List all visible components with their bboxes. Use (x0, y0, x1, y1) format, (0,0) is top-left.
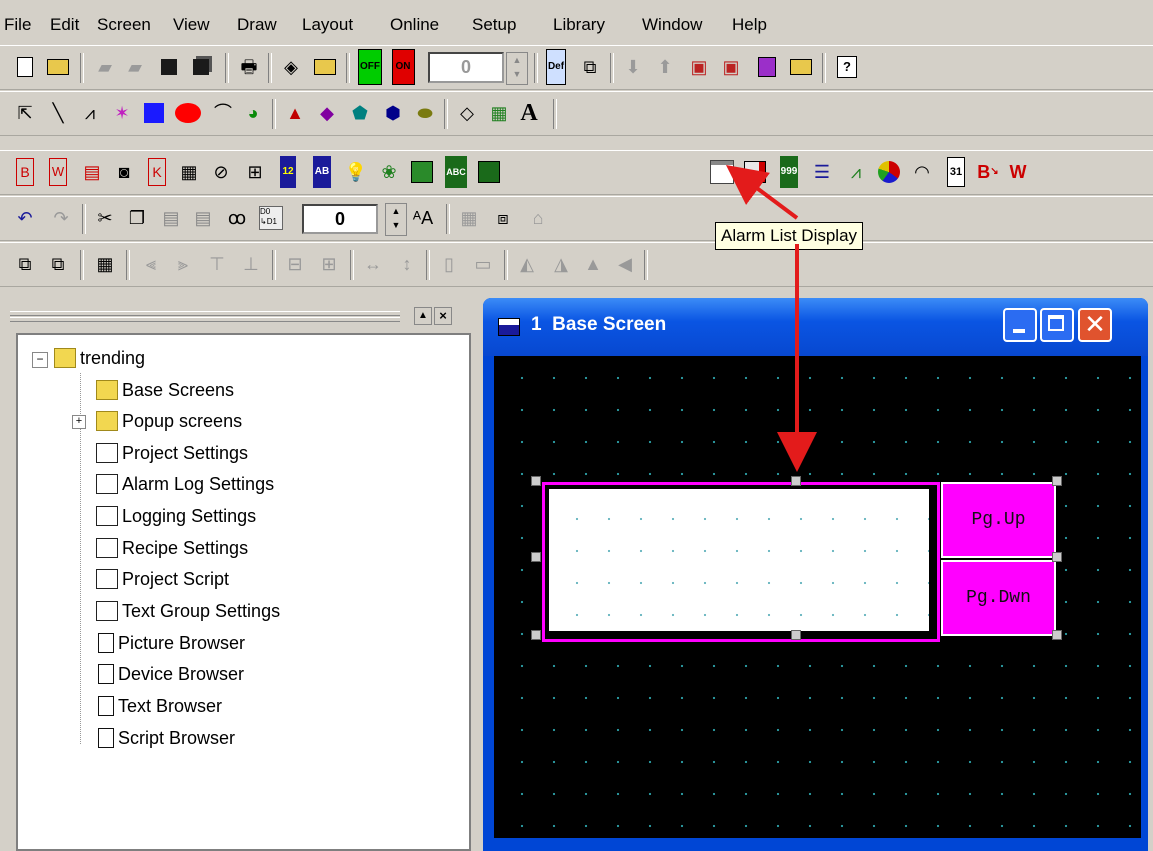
annotation-arrows (725, 165, 817, 472)
arrow-to-icon (725, 165, 799, 220)
